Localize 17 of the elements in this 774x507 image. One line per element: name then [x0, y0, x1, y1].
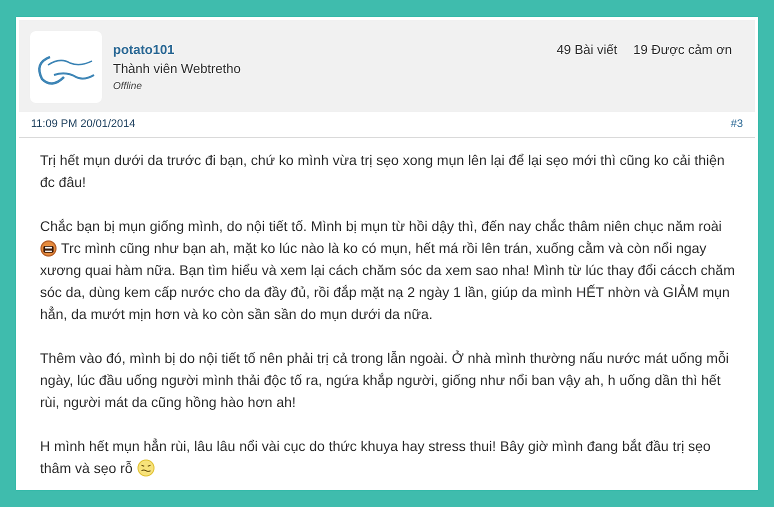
post-text: H mình hết mụn hẳn rùi, lâu lâu nổi vài cục do thức khuya hay stress thui! Bây giờ mình đang bắt đầu trị sẹo	[40, 437, 711, 456]
post-text: Trc mình cũng như bạn ah, mặt ko lúc nào là ko có mụn, hết má rồi lên trán, xuống cằm và còn nổi ngay	[61, 239, 706, 258]
post-text: Trị hết mụn dưới da trước đi bạn, chứ ko mình vừa trị sẹo xong mụn lên lại để lại sẹo mới thì cũng ko cải thiện đc đâu!	[40, 151, 726, 192]
post-text: xương quai hàm nữa. Bạn tìm hiểu và xem lại cách chăm sóc da xem sao nha! Mình từ lúc thay đổi cácch chăm sóc da, dùng kem cấp nước cho da đầy đủ, rồi đắp mặt nạ 2 ngày 1 lần, giúp da mình HẾT nhờn và GIẢM mụn hẳn, da mướt mịn hơn và ko còn sần sần do mụn dưới da nữa.	[40, 261, 736, 324]
post-number-link[interactable]: #3	[730, 116, 743, 133]
post-text: Chắc bạn bị mụn giống mình, do nội tiết tố. Mình bị mụn từ hồi dậy thì, đến nay chắc thâm niên chục năm roài	[40, 217, 722, 236]
worried-face-icon	[136, 459, 155, 477]
user-stat: 49 Bài viết	[556, 41, 618, 58]
user-stat: 19 Được cảm ơn	[633, 41, 732, 58]
post-time: 11:09 PM 20/01/2014	[31, 117, 136, 132]
post-text: Thêm vào đó, mình bị do nội tiết tố nên phải trị cả trong lẫn ngoài. Ở nhà mình thường nấu nước mát uống mỗi ngày, lúc đầu uống người mình thải độc tố ra, ngứa khắp người, giống như nổi ban vậy ah, h uống dần thì hết rùi, người mát da cũng hồng hào hơn ah!	[40, 349, 730, 412]
post-text: thâm và sẹo rỗ	[40, 459, 133, 478]
shouting-face-icon	[40, 240, 57, 256]
online-status: Offline	[113, 80, 143, 94]
username-link[interactable]: potato101	[113, 41, 241, 59]
user-rank: Thành viên Webtretho	[113, 60, 241, 78]
logo-icon	[30, 31, 102, 103]
